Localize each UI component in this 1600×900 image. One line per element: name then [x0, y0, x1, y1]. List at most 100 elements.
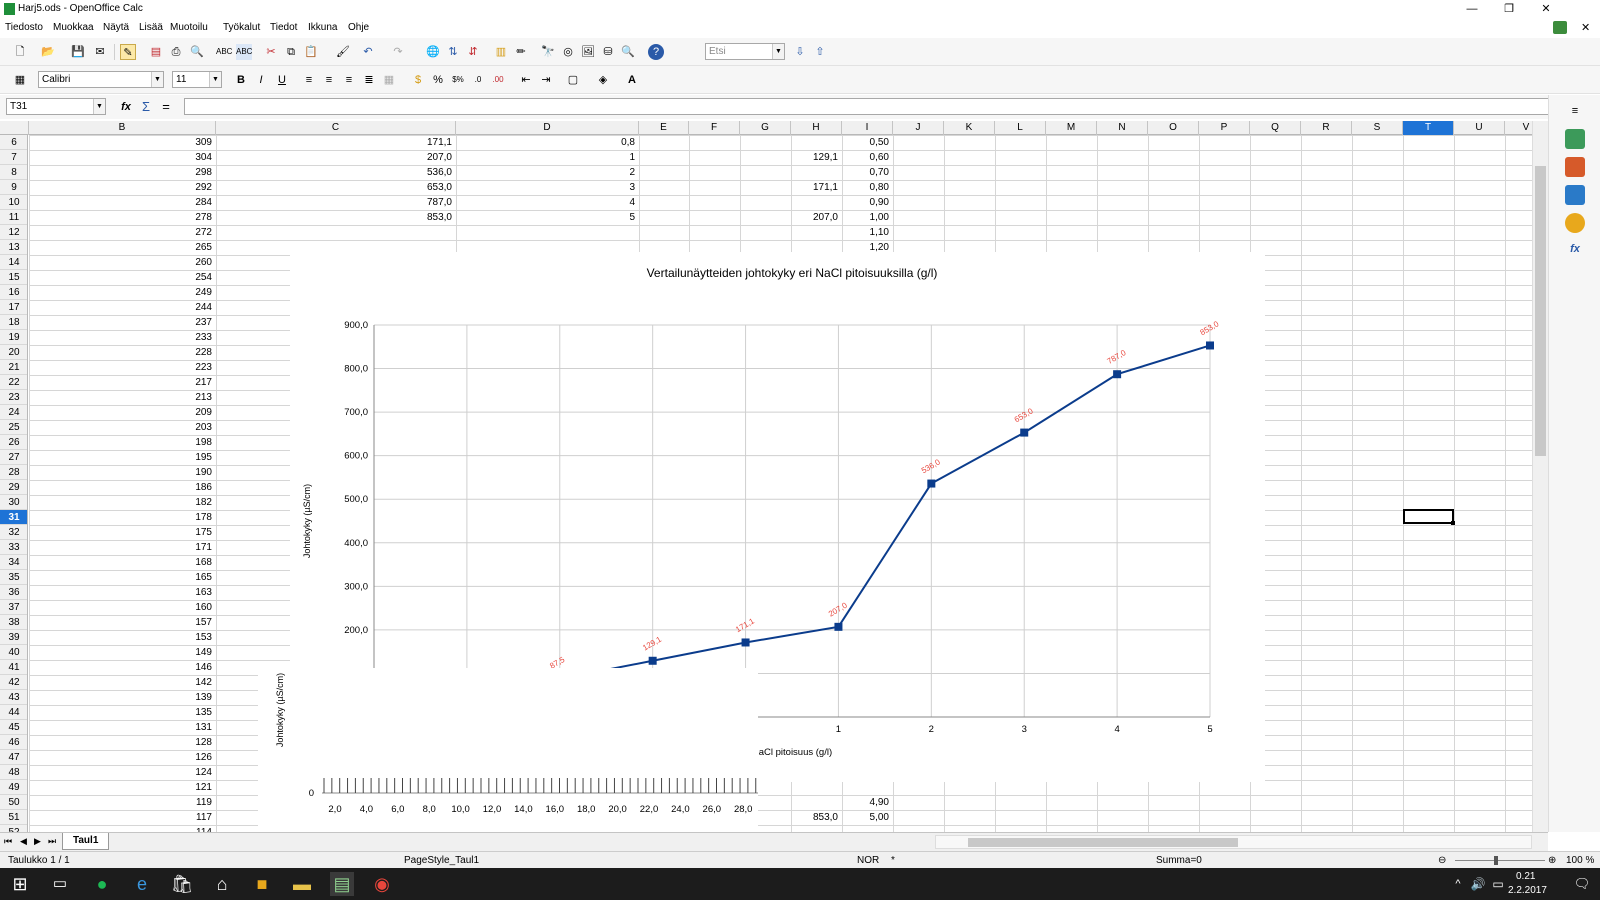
cell[interactable]: 178 — [29, 510, 216, 525]
cell[interactable]: 3 — [456, 180, 639, 195]
row-header[interactable]: 35 — [0, 570, 27, 585]
column-header-s[interactable]: S — [1352, 121, 1403, 135]
store-icon[interactable]: 🛍 — [170, 872, 194, 896]
bold-button[interactable]: B — [233, 72, 249, 88]
row-header[interactable]: 8 — [0, 165, 27, 180]
paste-icon[interactable]: 📋 — [303, 44, 319, 60]
column-header-j[interactable]: J — [893, 121, 944, 135]
cell[interactable]: 284 — [29, 195, 216, 210]
cell[interactable]: 223 — [29, 360, 216, 375]
row-header[interactable]: 37 — [0, 600, 27, 615]
navigator-icon[interactable]: ◎ — [560, 44, 576, 60]
second-chart[interactable]: Johtokyky (µS/cm) 0 2,0 4,0 6,0 8,0 10,0 12,0 14… — [258, 668, 788, 832]
find-previous-icon[interactable]: ⇧ — [812, 44, 828, 60]
row-header[interactable]: 34 — [0, 555, 27, 570]
row-header[interactable]: 25 — [0, 420, 27, 435]
row-header[interactable]: 22 — [0, 375, 27, 390]
spotify-icon[interactable]: ● — [90, 872, 114, 896]
previous-sheet-icon[interactable]: ◀ — [20, 836, 27, 847]
sheet-tab-taul1[interactable]: Taul1 — [62, 833, 110, 850]
cell[interactable]: 0,90 — [842, 195, 893, 210]
cell[interactable]: 292 — [29, 180, 216, 195]
cell[interactable]: 209 — [29, 405, 216, 420]
cell[interactable]: 171,1 — [791, 180, 842, 195]
align-center-icon[interactable]: ≡ — [321, 72, 337, 88]
chevron-down-icon[interactable]: ▼ — [93, 99, 105, 114]
insert-mode[interactable]: NOR — [857, 855, 879, 866]
notifications-icon[interactable]: 🗨 — [1570, 872, 1594, 896]
cell[interactable]: 131 — [29, 720, 216, 735]
home-icon[interactable]: ⌂ — [210, 872, 234, 896]
font-name-box[interactable]: Calibri ▼ — [38, 71, 164, 88]
horizontal-scrollbar[interactable] — [935, 835, 1532, 849]
row-header[interactable]: 24 — [0, 405, 27, 420]
export-pdf-icon[interactable]: ▤ — [148, 44, 164, 60]
cell[interactable]: 272 — [29, 225, 216, 240]
formula-input[interactable] — [184, 98, 1560, 115]
cell[interactable]: 128 — [29, 735, 216, 750]
row-header[interactable]: 7 — [0, 150, 27, 165]
cell[interactable]: 149 — [29, 645, 216, 660]
row-header[interactable]: 21 — [0, 360, 27, 375]
row-header[interactable]: 36 — [0, 585, 27, 600]
row-header[interactable]: 32 — [0, 525, 27, 540]
sort-ascending-icon[interactable]: ⇅ — [445, 44, 461, 60]
cell[interactable]: 5 — [456, 210, 639, 225]
row-header[interactable]: 51 — [0, 810, 27, 825]
task-view-icon[interactable]: ▭ — [48, 872, 72, 896]
cell[interactable]: 198 — [29, 435, 216, 450]
cell[interactable]: 142 — [29, 675, 216, 690]
chevron-down-icon[interactable]: ▼ — [151, 72, 163, 87]
row-header[interactable]: 47 — [0, 750, 27, 765]
cell-cursor[interactable] — [1403, 509, 1454, 524]
zoom-in-icon[interactable]: ⊕ — [1548, 855, 1556, 866]
row-header[interactable]: 28 — [0, 465, 27, 480]
cell[interactable]: 175 — [29, 525, 216, 540]
sum-button[interactable]: Σ — [138, 99, 154, 115]
increase-indent-icon[interactable]: ⇥ — [538, 72, 554, 88]
cell[interactable]: 213 — [29, 390, 216, 405]
close-button[interactable]: ✕ — [1531, 1, 1561, 17]
cell[interactable]: 114 — [29, 825, 216, 832]
clock-time[interactable]: 0.21 — [1516, 871, 1535, 882]
redo-icon[interactable]: ↷ — [390, 44, 406, 60]
row-header[interactable]: 46 — [0, 735, 27, 750]
search-field[interactable]: Etsi ▼ — [705, 43, 785, 60]
row-header[interactable]: 52 — [0, 825, 27, 832]
row-header[interactable]: 13 — [0, 240, 27, 255]
vertical-scrollbar[interactable] — [1532, 121, 1548, 832]
edit-mode-icon[interactable]: ✎ — [120, 44, 136, 60]
update-icon[interactable] — [1553, 21, 1567, 34]
autospell-icon[interactable]: ABC — [236, 44, 252, 60]
percent-format-icon[interactable]: % — [430, 72, 446, 88]
cell[interactable]: 1,00 — [842, 210, 893, 225]
cell[interactable]: 165 — [29, 570, 216, 585]
menu-muokkaa[interactable]: Muokkaa — [53, 22, 94, 33]
first-sheet-icon[interactable]: ⏮ — [4, 836, 12, 847]
cell[interactable]: 298 — [29, 165, 216, 180]
sort-descending-icon[interactable]: ⇵ — [465, 44, 481, 60]
cell[interactable]: 186 — [29, 480, 216, 495]
vertical-scroll-thumb[interactable] — [1535, 166, 1546, 456]
cell[interactable]: 0,80 — [842, 180, 893, 195]
row-header[interactable]: 14 — [0, 255, 27, 270]
cell[interactable]: 195 — [29, 450, 216, 465]
row-header[interactable]: 45 — [0, 720, 27, 735]
column-header-p[interactable]: P — [1199, 121, 1250, 135]
cell[interactable]: 249 — [29, 285, 216, 300]
column-header-f[interactable]: F — [689, 121, 740, 135]
menu-muotoilu[interactable]: Muotoilu — [170, 22, 208, 33]
menu-tyokalut[interactable]: Työkalut — [223, 22, 260, 33]
align-right-icon[interactable]: ≡ — [341, 72, 357, 88]
row-header[interactable]: 20 — [0, 345, 27, 360]
cell[interactable]: 4 — [456, 195, 639, 210]
row-header[interactable]: 49 — [0, 780, 27, 795]
cell[interactable]: 233 — [29, 330, 216, 345]
column-header-o[interactable]: O — [1148, 121, 1199, 135]
column-header-i[interactable]: I — [842, 121, 893, 135]
data-sources-icon[interactable]: ⛁ — [600, 44, 616, 60]
column-header-e[interactable]: E — [639, 121, 689, 135]
next-sheet-icon[interactable]: ▶ — [34, 836, 41, 847]
menu-ikkuna[interactable]: Ikkuna — [308, 22, 337, 33]
insert-chart-icon[interactable]: ▥ — [493, 44, 509, 60]
